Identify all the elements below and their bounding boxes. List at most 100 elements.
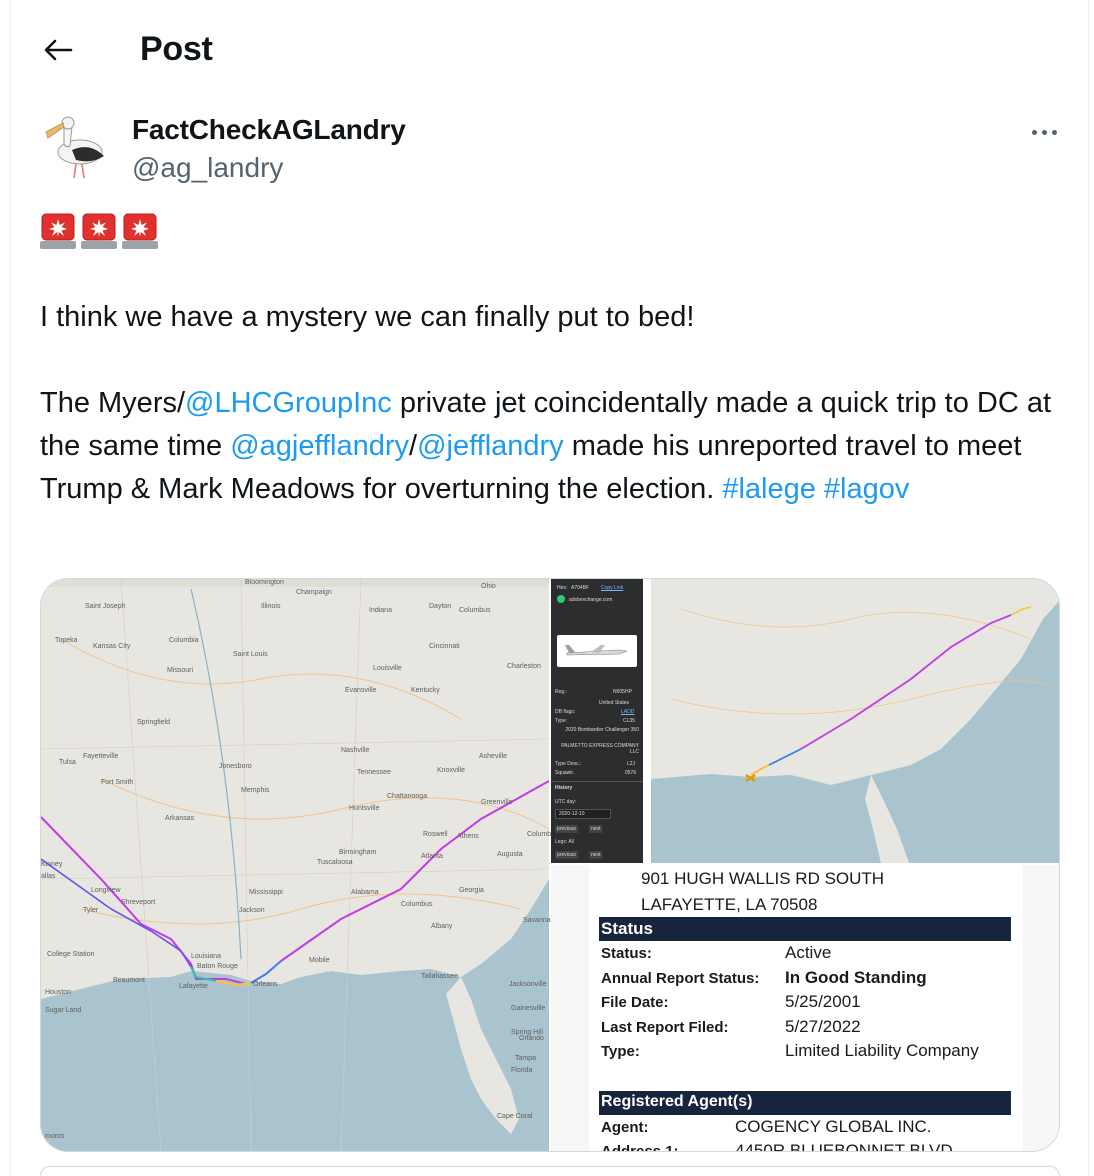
right-border — [1088, 0, 1089, 1176]
avatar[interactable] — [42, 112, 108, 184]
flight-map-image[interactable]: Bloomington Champaign Saint Joseph India… — [41, 579, 557, 1151]
back-button[interactable] — [36, 30, 80, 70]
map-label: Kentucky — [411, 687, 440, 694]
adsb-copy-link: Copy Link — [601, 585, 624, 591]
adsb-legs-label: Legs: All — [555, 839, 574, 845]
map-label: Florida — [511, 1067, 533, 1074]
map-label: Missouri — [167, 667, 194, 674]
map-label: Bloomington — [245, 579, 284, 586]
map-label: Roswell — [423, 831, 448, 838]
map-label: Dayton — [429, 603, 452, 610]
doc-address-label: Address 1: — [601, 1143, 679, 1152]
map-label: Georgia — [459, 887, 484, 894]
mention-agjefflandry[interactable]: @agjefflandry — [230, 430, 409, 462]
adsb-typedesc: L2J — [627, 761, 636, 767]
map-label: Evansville — [345, 687, 377, 694]
map-label: Springfield — [137, 719, 171, 726]
pelican-icon — [45, 116, 104, 179]
author-name[interactable]: FactCheckAGLandry — [132, 114, 406, 146]
map-label: Champaign — [296, 589, 332, 596]
map-label: College Station — [47, 951, 95, 958]
hashtag-lalege[interactable]: #lalege — [722, 473, 816, 505]
flight-map-zoomed-out-image[interactable] — [651, 579, 1059, 863]
text-segment: The Myers/ — [40, 387, 186, 419]
top-bar: Post — [0, 0, 1094, 96]
map-label: Beaumont — [113, 977, 145, 984]
map-right-shapes — [651, 579, 1059, 863]
map-label: Columbus — [459, 607, 491, 614]
map-label: Tyler — [83, 907, 99, 914]
post-paragraph-2: The Myers/@LHCGroupInc private jet coinc… — [40, 382, 1070, 511]
map-label: Fayetteville — [83, 753, 119, 760]
adsb-history-label: History — [555, 785, 573, 791]
adsb-typedesc-label: Type Desc.: — [555, 761, 582, 767]
map-label: Greenville — [481, 799, 513, 806]
text-segment: / — [409, 430, 418, 462]
adsb-reg: N605HP — [613, 689, 632, 695]
map-label: Illinois — [261, 603, 281, 610]
hashtag-lagov[interactable]: #lagov — [824, 473, 909, 505]
business-filing-image[interactable]: 901 HUGH WALLIS RD SOUTH LAFAYETTE, LA 7… — [551, 865, 1059, 1152]
map-label: moros — [45, 1133, 65, 1140]
adsb-dbflags-label: DB flags: — [555, 709, 576, 715]
doc-status-heading: Status — [601, 919, 653, 938]
map-label: Houston — [45, 989, 72, 996]
mention-jefflandry[interactable]: @jefflandry — [417, 430, 564, 462]
doc-address-line-2: LAFAYETTE, LA 70508 — [641, 895, 818, 914]
doc-agent-label: Agent: — [601, 1119, 649, 1136]
map-label: Augusta — [497, 851, 523, 858]
siren-emojis — [40, 212, 158, 250]
map-label: Tampa — [515, 1055, 537, 1062]
map-label: Cape Coral — [497, 1113, 533, 1120]
adsb-exchange-panel-image[interactable]: Hex: A704BF Copy Link adsbexchange.com R… — [551, 579, 643, 863]
adsb-logo-icon — [557, 595, 565, 603]
map-label: Cincinnati — [429, 643, 460, 650]
adsb-model: 2020 Bombardier Challenger 350 — [565, 727, 639, 733]
adsb-owner: PALMETTO EXPRESS COMPANY LLC — [561, 743, 639, 755]
adsb-reg-label: Reg.: — [555, 689, 567, 695]
doc-address-line-1: 901 HUGH WALLIS RD SOUTH — [641, 869, 885, 888]
adsb-hex-label: Hex: — [557, 585, 568, 591]
flight-route — [41, 780, 549, 987]
map-label: Kansas City — [93, 643, 131, 650]
adsb-type-label: Type: — [555, 718, 568, 724]
doc-agents-heading: Registered Agent(s) — [601, 1093, 753, 1110]
adsb-utcday: 2020-12-10 — [559, 811, 585, 817]
map-label: Jackson — [239, 907, 265, 914]
map-label: Tallahassee — [421, 973, 458, 980]
doc-row-value: In Good Standing — [785, 968, 927, 987]
map-label: Alabama — [351, 889, 379, 896]
map-label: Shreveport — [121, 899, 156, 906]
adsb-next-button: next — [589, 825, 603, 833]
adsb-prev-button: previous — [555, 825, 578, 833]
map-label: Topeka — [55, 637, 78, 644]
map-label: Sugar Land — [45, 1007, 82, 1014]
map-label: Jacksonville — [509, 981, 547, 988]
adsb-dbflags: LADD — [621, 709, 635, 715]
siren-icon — [81, 213, 117, 249]
map-label: Gainesville — [511, 1005, 546, 1012]
map-label: Louisville — [373, 665, 402, 672]
author-handle[interactable]: @ag_landry — [132, 152, 283, 184]
map-label: Huntsville — [349, 805, 380, 812]
post-paragraph-1: I think we have a mystery we can finally… — [40, 301, 695, 333]
map-label: Albany — [431, 923, 453, 930]
map-label: Mississippi — [249, 889, 283, 896]
dot-icon — [1051, 129, 1057, 135]
map-label: Birmingham — [339, 849, 377, 856]
map-label: Orlando — [519, 1035, 544, 1042]
map-label: Indiana — [369, 607, 392, 614]
mention-lhcgroupinc[interactable]: @LHCGroupInc — [185, 387, 392, 419]
adsb-utcday-label: UTC day: — [555, 799, 577, 805]
next-section-edge — [40, 1166, 1060, 1176]
arrow-left-icon — [44, 39, 73, 61]
doc-row-value: 5/25/2001 — [785, 992, 861, 1011]
adsb-squawk-label: Squawk: — [555, 770, 575, 776]
map-label: Louisiana — [191, 953, 221, 960]
doc-row-label: File Date: — [601, 994, 669, 1011]
map-label: Memphis — [241, 787, 270, 794]
more-options-button[interactable] — [1024, 118, 1064, 146]
dot-icon — [1041, 129, 1047, 135]
map-label: Columbia — [169, 637, 199, 644]
map-label: Saint Louis — [233, 651, 268, 658]
